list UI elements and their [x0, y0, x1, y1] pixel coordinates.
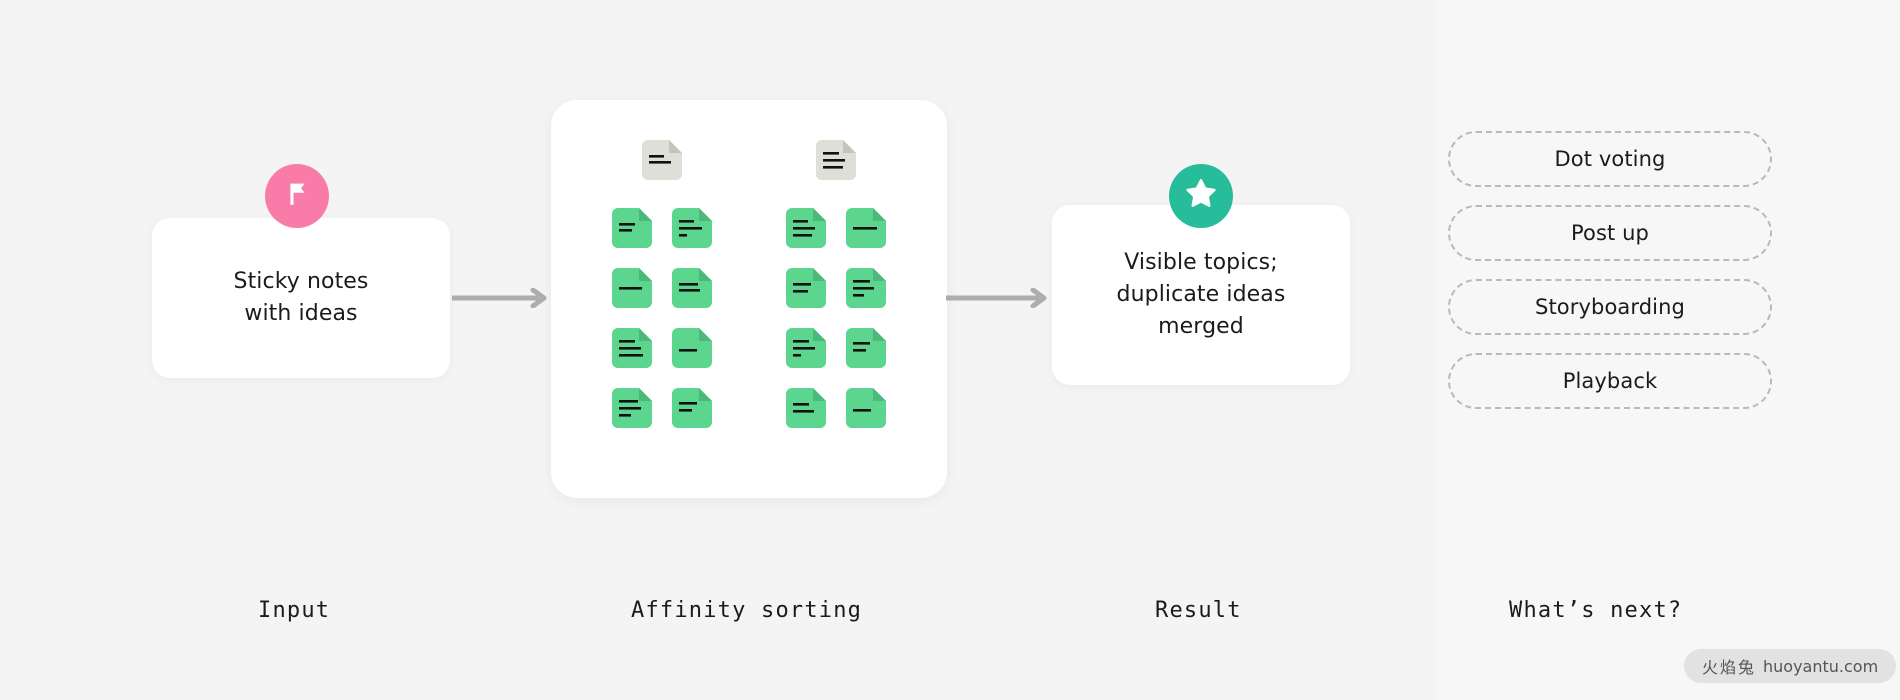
document-icon: [812, 136, 860, 184]
input-card: Sticky notes with ideas: [152, 218, 450, 378]
input-card-text: Sticky notes with ideas: [234, 266, 369, 330]
next-step-pill-label: Post up: [1571, 221, 1649, 245]
section-label-whats-next: What’s next?: [1509, 598, 1683, 623]
next-step-pill-post-up[interactable]: Post up: [1448, 205, 1772, 261]
sticky-note: [782, 204, 830, 252]
star-badge: [1169, 164, 1233, 228]
section-label-affinity-sorting: Affinity sorting: [631, 598, 863, 623]
note-column-2: [782, 136, 890, 498]
watermark-domain: huoyantu.com: [1763, 656, 1879, 676]
section-label-input: Input: [258, 598, 331, 623]
sticky-note: [668, 204, 716, 252]
result-card-text: Visible topics; duplicate ideas merged: [1117, 247, 1286, 343]
sticky-note: [608, 324, 656, 372]
note-columns: [551, 100, 947, 498]
note-grid-1: [608, 204, 716, 432]
arrow-input-to-sorting-icon: [452, 288, 552, 308]
diagram-canvas: Sticky notes with ideas Visible topics; …: [0, 0, 1900, 700]
document-icon: [638, 136, 686, 184]
result-card: Visible topics; duplicate ideas merged: [1052, 205, 1350, 385]
sticky-note: [668, 324, 716, 372]
result-card-line-1: Visible topics;: [1124, 250, 1278, 275]
watermark-brand-cn: 火焰兔: [1702, 658, 1757, 677]
next-step-pill-label: Dot voting: [1554, 147, 1666, 171]
sticky-note: [842, 384, 890, 432]
sticky-note: [608, 204, 656, 252]
input-card-line-2: with ideas: [244, 301, 358, 326]
watermark: 火焰兔 huoyantu.com: [1684, 649, 1897, 683]
sticky-note: [782, 324, 830, 372]
result-card-line-3: merged: [1158, 314, 1244, 339]
note-column-1-header: [638, 136, 686, 184]
result-card-line-2: duplicate ideas: [1116, 282, 1286, 307]
sticky-note: [842, 324, 890, 372]
sticky-note: [782, 264, 830, 312]
affinity-sorting-panel: [551, 100, 947, 498]
next-step-pill-dot-voting[interactable]: Dot voting: [1448, 131, 1772, 187]
note-grid-2: [782, 204, 890, 432]
sticky-note: [782, 384, 830, 432]
section-label-result: Result: [1155, 598, 1242, 623]
next-step-pill-label: Storyboarding: [1535, 295, 1685, 319]
input-card-line-1: Sticky notes: [233, 269, 369, 294]
next-step-pill-label: Playback: [1562, 369, 1658, 393]
note-column-1: [608, 136, 716, 498]
note-column-2-header: [812, 136, 860, 184]
flag-icon: [281, 178, 313, 214]
arrow-sorting-to-result-icon: [946, 288, 1052, 308]
sticky-note: [608, 264, 656, 312]
star-icon: [1184, 177, 1218, 215]
sticky-note: [842, 264, 890, 312]
sticky-note: [668, 264, 716, 312]
sticky-note: [608, 384, 656, 432]
next-steps-background-panel: [1436, 0, 1900, 700]
sticky-note: [668, 384, 716, 432]
flag-badge: [265, 164, 329, 228]
sticky-note: [842, 204, 890, 252]
next-step-pill-playback[interactable]: Playback: [1448, 353, 1772, 409]
next-step-pill-storyboarding[interactable]: Storyboarding: [1448, 279, 1772, 335]
